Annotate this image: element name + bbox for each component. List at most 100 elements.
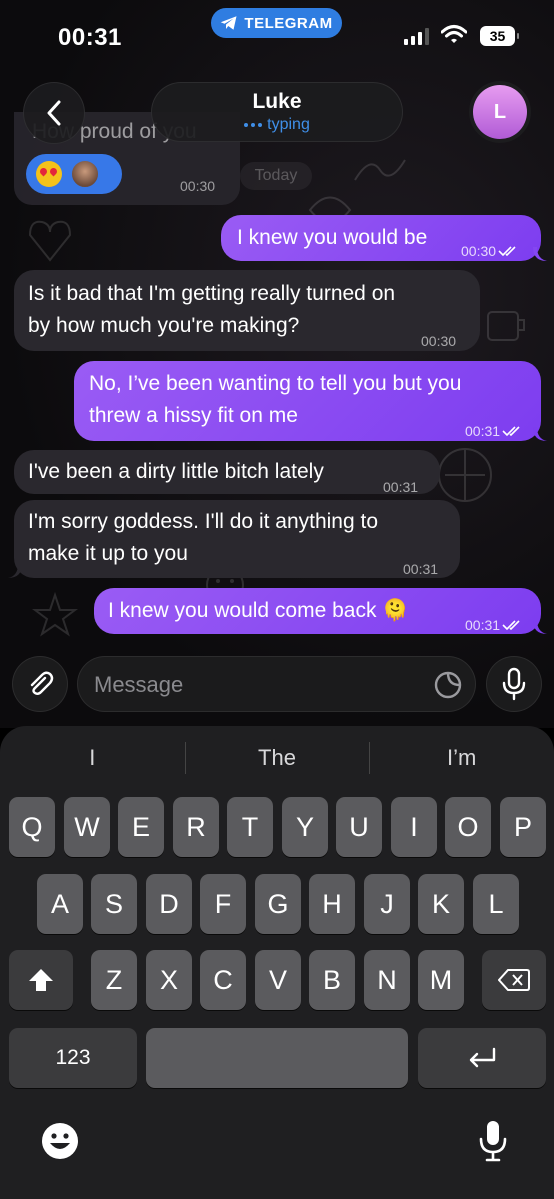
wifi-icon xyxy=(441,25,467,43)
key-h[interactable]: H xyxy=(309,874,355,934)
key-i[interactable]: I xyxy=(391,797,437,857)
bubble-tail xyxy=(533,247,547,261)
key-o[interactable]: O xyxy=(445,797,491,857)
key-q[interactable]: Q xyxy=(9,797,55,857)
microphone-icon xyxy=(502,667,526,701)
message-meta: 00:31 xyxy=(465,415,522,447)
message-meta: 00:31 xyxy=(465,609,522,641)
app-pill-label: TELEGRAM xyxy=(244,14,333,32)
message-text: I'm sorry goddess. I'll do it anything t… xyxy=(28,510,379,565)
message-meta: 00:30 xyxy=(461,235,518,267)
message-text: I knew you would come back 🫠 xyxy=(108,599,409,622)
key-d[interactable]: D xyxy=(146,874,192,934)
incoming-message[interactable]: Is it bad that I'm getting really turned… xyxy=(14,270,480,351)
key-j[interactable]: J xyxy=(364,874,410,934)
microphone-icon xyxy=(479,1121,507,1162)
key-w[interactable]: W xyxy=(64,797,110,857)
bubble-tail xyxy=(533,620,547,634)
suggestion[interactable]: The xyxy=(184,738,370,778)
message-text: I've been a dirty little bitch lately xyxy=(28,460,324,483)
key-l[interactable]: L xyxy=(473,874,519,934)
double-check-icon xyxy=(498,246,516,257)
message-time: 00:30 xyxy=(461,243,497,259)
return-icon xyxy=(469,1047,496,1068)
key-e[interactable]: E xyxy=(118,797,164,857)
double-check-icon xyxy=(502,620,520,631)
message-input-field[interactable] xyxy=(77,656,476,713)
key-b[interactable]: B xyxy=(309,950,355,1010)
message-time: 00:31 xyxy=(465,617,501,633)
heart-eyes-emoji-icon xyxy=(36,161,62,187)
voice-message-button[interactable] xyxy=(486,656,542,712)
key-n[interactable]: N xyxy=(364,950,410,1010)
outgoing-message[interactable]: I knew you would be 00:30 xyxy=(221,215,547,261)
return-to-app-pill[interactable]: TELEGRAM xyxy=(211,8,342,38)
avatar-initial: L xyxy=(473,85,527,139)
date-chip: Today xyxy=(240,162,312,190)
space-key[interactable] xyxy=(146,1028,408,1088)
message-text: No, I’ve been wanting to tell you but yo… xyxy=(89,372,462,427)
paperclip-icon xyxy=(30,671,54,695)
key-k[interactable]: K xyxy=(418,874,464,934)
chat-title[interactable]: Luke typing xyxy=(151,82,403,142)
contact-avatar[interactable]: L xyxy=(469,81,531,143)
shift-icon xyxy=(29,969,53,991)
incoming-message[interactable]: I'm sorry goddess. I'll do it anything t… xyxy=(8,500,460,578)
shift-key[interactable] xyxy=(9,950,73,1010)
backspace-key[interactable] xyxy=(482,950,546,1010)
message-text: Is it bad that I'm getting really turned… xyxy=(28,282,396,337)
return-key[interactable] xyxy=(418,1028,546,1088)
incoming-message[interactable]: I've been a dirty little bitch lately 00… xyxy=(14,450,440,495)
emoji-icon xyxy=(42,1123,78,1159)
message-time: 00:31 xyxy=(383,479,419,495)
bubble-tail xyxy=(8,564,22,578)
clock: 00:31 xyxy=(58,24,122,51)
key-f[interactable]: F xyxy=(200,874,246,934)
key-g[interactable]: G xyxy=(255,874,301,934)
cellular-signal-icon xyxy=(404,28,429,45)
typing-dots-icon xyxy=(244,123,263,127)
suggestion[interactable]: I’m xyxy=(369,738,554,778)
message-input[interactable] xyxy=(94,657,424,713)
message-reactions[interactable] xyxy=(26,154,122,194)
battery-indicator: 35 xyxy=(480,26,519,46)
emoji-keyboard-button[interactable] xyxy=(40,1121,80,1161)
message-time: 00:30 xyxy=(180,178,216,194)
contact-name: Luke xyxy=(252,90,302,113)
bubble-tail xyxy=(533,427,547,441)
message-time: 00:30 xyxy=(421,333,457,349)
key-a[interactable]: A xyxy=(37,874,83,934)
numbers-key[interactable]: 123 xyxy=(9,1028,137,1088)
contact-status: typing xyxy=(267,116,310,133)
telegram-icon xyxy=(221,16,237,30)
typing-indicator: typing xyxy=(244,116,310,134)
key-v[interactable]: V xyxy=(255,950,301,1010)
message-text: I knew you would be xyxy=(237,226,428,249)
predictive-text-bar: I The I’m xyxy=(0,738,554,778)
sticker-icon[interactable] xyxy=(433,670,463,700)
key-u[interactable]: U xyxy=(336,797,382,857)
status-bar: 00:31 TELEGRAM 35 xyxy=(0,0,554,72)
dictation-button[interactable] xyxy=(478,1119,508,1163)
key-z[interactable]: Z xyxy=(91,950,137,1010)
key-p[interactable]: P xyxy=(500,797,546,857)
message-time: 00:31 xyxy=(465,423,501,439)
outgoing-message[interactable]: No, I’ve been wanting to tell you but yo… xyxy=(74,361,547,441)
key-c[interactable]: C xyxy=(200,950,246,1010)
attach-button[interactable] xyxy=(12,656,68,712)
backspace-icon xyxy=(498,969,530,991)
double-check-icon xyxy=(502,426,520,437)
key-r[interactable]: R xyxy=(173,797,219,857)
key-s[interactable]: S xyxy=(91,874,137,934)
key-y[interactable]: Y xyxy=(282,797,328,857)
keyboard: I The I’m Q W E R T Y U I O P A S D F G … xyxy=(0,726,554,1199)
key-x[interactable]: X xyxy=(146,950,192,1010)
back-button[interactable] xyxy=(23,82,85,144)
outgoing-message[interactable]: I knew you would come back 🫠 00:31 xyxy=(94,588,547,634)
message-time: 00:31 xyxy=(403,561,439,577)
suggestion[interactable]: I xyxy=(0,738,185,778)
chevron-left-icon xyxy=(47,100,61,126)
key-m[interactable]: M xyxy=(418,950,464,1010)
key-t[interactable]: T xyxy=(227,797,273,857)
reaction-avatar xyxy=(70,159,100,189)
